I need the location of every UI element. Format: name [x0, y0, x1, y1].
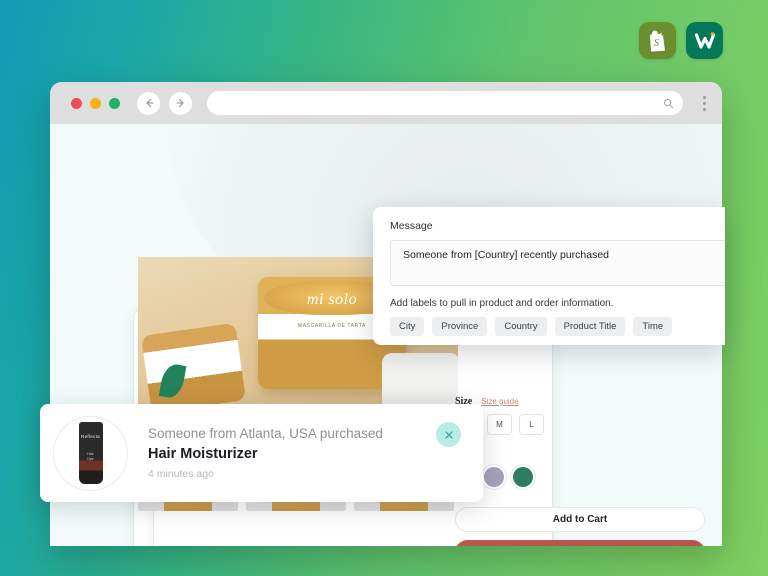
toast-product-avatar: Reflecta Hair Dye: [53, 415, 128, 491]
color-swatch-3[interactable]: [513, 467, 533, 487]
arrow-left-icon: [145, 98, 154, 108]
color-label: Color: [455, 449, 705, 460]
toast-content: Someone from Atlanta, USA purchased Hair…: [148, 426, 383, 480]
size-guide-link[interactable]: Size guide: [481, 397, 518, 406]
svg-text:S: S: [654, 38, 659, 49]
window-traffic-lights: [71, 97, 120, 109]
toast-timestamp: 4 minutes ago: [148, 468, 214, 480]
maximize-window-button[interactable]: [109, 97, 120, 109]
close-window-button[interactable]: [71, 97, 82, 109]
label-chip-time[interactable]: Time: [633, 317, 673, 336]
message-panel-title: Message: [390, 220, 433, 232]
size-options: S M L: [455, 414, 705, 435]
kebab-dot: [702, 95, 706, 99]
kebab-dot: [702, 107, 706, 111]
arrow-right-icon: [175, 98, 184, 108]
minimize-window-button[interactable]: [90, 97, 101, 109]
wiser-app-icon[interactable]: [686, 22, 723, 59]
label-chip-group: City Province Country Product Title Time: [390, 317, 725, 336]
browser-menu-button[interactable]: [696, 95, 710, 111]
message-hint-text: Add labels to pull in product and order …: [390, 298, 614, 309]
forward-button[interactable]: [169, 91, 192, 115]
message-textarea[interactable]: Someone from [Country] recently purchase…: [390, 240, 725, 286]
label-chip-country[interactable]: Country: [495, 317, 547, 336]
size-option-l[interactable]: L: [519, 414, 544, 435]
purchase-notification-toast: Reflecta Hair Dye Someone from Atlanta, U…: [40, 404, 483, 502]
screenshot-stage: S mi solo MASCARILLA DE TARTA Size Size …: [0, 0, 768, 576]
kebab-dot: [702, 101, 706, 105]
color-swatch-2[interactable]: [484, 467, 504, 487]
shopify-app-icon[interactable]: S: [639, 22, 676, 59]
tube-brand-text: Reflecta: [81, 434, 100, 439]
app-icon-group: S: [639, 22, 723, 59]
message-editor-panel: Message Someone from [Country] recently …: [373, 207, 725, 345]
toast-close-button[interactable]: [436, 422, 461, 447]
close-icon: [444, 430, 453, 439]
search-icon[interactable]: [663, 98, 674, 109]
toast-headline: Someone from Atlanta, USA purchased: [148, 426, 383, 441]
color-swatches: [455, 467, 705, 487]
size-option-m[interactable]: M: [487, 414, 512, 435]
product-jar-left: [141, 322, 246, 414]
back-button[interactable]: [137, 91, 160, 115]
address-bar[interactable]: [207, 91, 683, 115]
shopify-bag-icon: S: [649, 30, 665, 52]
buy-now-button[interactable]: Buy Now: [455, 540, 705, 546]
product-tube-image: Reflecta Hair Dye: [78, 422, 103, 484]
size-row: Size Size guide: [455, 396, 705, 407]
label-chip-city[interactable]: City: [390, 317, 425, 336]
product-detail-panel: Size Size guide S M L Color Add to Cart …: [455, 396, 705, 546]
tube-sub-text: Hair Dye: [87, 452, 94, 462]
label-chip-province[interactable]: Province: [432, 317, 488, 336]
toast-product-name: Hair Moisturizer: [148, 446, 258, 462]
wiser-w-icon: [694, 31, 715, 49]
leaf-illustration-icon: [158, 362, 187, 400]
add-to-cart-button[interactable]: Add to Cart: [455, 507, 705, 532]
label-chip-product-title[interactable]: Product Title: [554, 317, 626, 336]
browser-toolbar: [50, 82, 722, 124]
